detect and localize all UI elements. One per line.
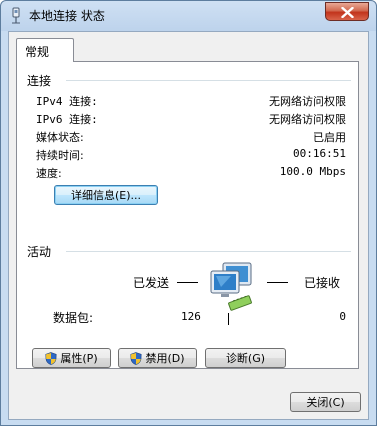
title-bar[interactable]: 本地连接 状态 bbox=[1, 1, 376, 29]
duration-value: 00:16:51 bbox=[293, 147, 346, 160]
dialog-client-area: 常规 连接 IPv4 连接: 无网络访问权限 IPv6 连接: 无网络访问权限 … bbox=[8, 31, 369, 420]
properties-button-label: 属性(P) bbox=[60, 352, 98, 365]
tab-general[interactable]: 常规 bbox=[16, 38, 74, 62]
properties-button[interactable]: 属性(P) bbox=[32, 348, 111, 368]
close-button[interactable]: 关闭(C) bbox=[290, 392, 361, 412]
ipv6-value: 无网络访问权限 bbox=[269, 113, 346, 126]
tab-general-label: 常规 bbox=[25, 45, 50, 59]
speed-value: 100.0 Mbps bbox=[279, 165, 346, 178]
packets-label: 数据包: bbox=[53, 311, 94, 325]
disable-button-label: 禁用(D) bbox=[145, 352, 185, 365]
close-x-icon bbox=[341, 7, 354, 18]
connection-group-divider bbox=[66, 80, 351, 81]
network-adapter-icon bbox=[12, 7, 20, 24]
activity-group-title: 活动 bbox=[27, 245, 52, 259]
received-dash bbox=[267, 282, 288, 283]
tab-panel-general: 连接 IPv4 连接: 无网络访问权限 IPv6 连接: 无网络访问权限 媒体状… bbox=[16, 61, 359, 369]
connection-group-title: 连接 bbox=[27, 74, 52, 88]
window-title: 本地连接 状态 bbox=[29, 9, 105, 23]
packets-received-value: 0 bbox=[339, 310, 346, 323]
close-window-button[interactable] bbox=[325, 2, 369, 21]
sent-dash bbox=[177, 282, 198, 283]
duration-label: 持续时间: bbox=[36, 149, 84, 162]
uac-shield-icon bbox=[130, 351, 142, 365]
disable-button[interactable]: 禁用(D) bbox=[118, 348, 197, 368]
uac-shield-icon bbox=[45, 351, 57, 365]
details-button[interactable]: 详细信息(E)... bbox=[54, 185, 158, 205]
media-state-label: 媒体状态: bbox=[36, 131, 84, 144]
packets-divider bbox=[228, 313, 229, 325]
status-window: 本地连接 状态 常规 连接 IPv4 连接: 无网络访问权限 IPv6 连接: … bbox=[0, 0, 377, 426]
ipv4-label: IPv4 连接: bbox=[36, 95, 98, 108]
ipv4-value: 无网络访问权限 bbox=[269, 95, 346, 108]
received-label: 已接收 bbox=[304, 276, 341, 290]
media-state-value: 已启用 bbox=[313, 131, 346, 144]
packets-sent-value: 126 bbox=[181, 310, 201, 323]
sent-label: 已发送 bbox=[133, 276, 170, 290]
network-computers-icon bbox=[210, 262, 252, 311]
activity-group-divider bbox=[66, 251, 351, 252]
speed-label: 速度: bbox=[36, 167, 62, 180]
diagnose-button[interactable]: 诊断(G) bbox=[205, 348, 286, 368]
ipv6-label: IPv6 连接: bbox=[36, 113, 98, 126]
